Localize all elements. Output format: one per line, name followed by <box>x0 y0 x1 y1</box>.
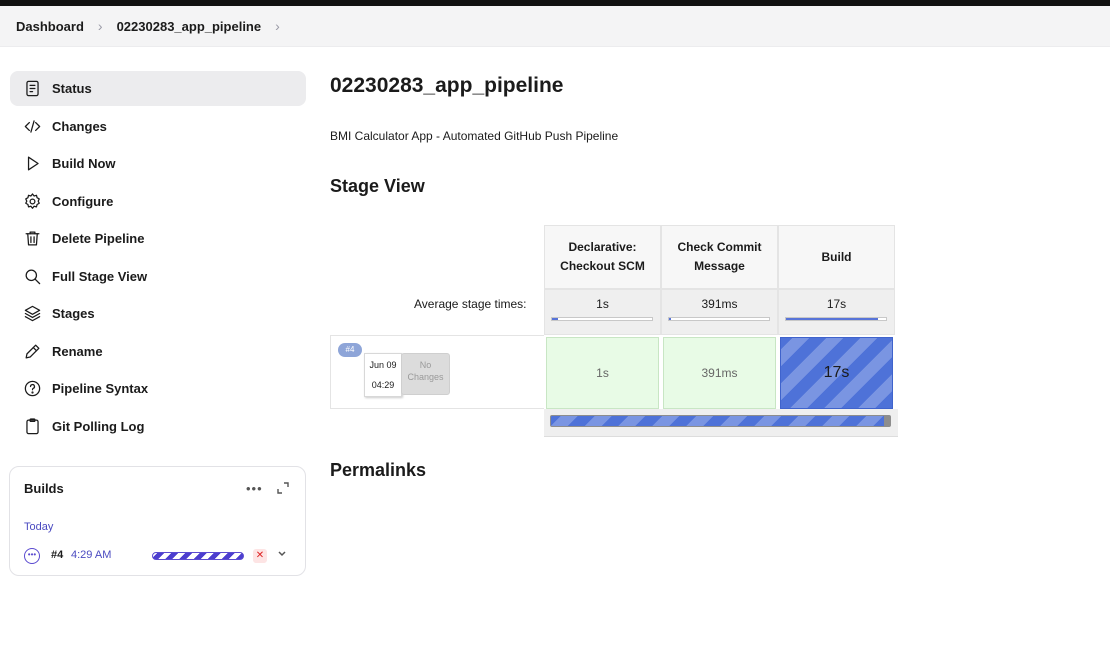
sidebar-item-label: Status <box>52 81 92 96</box>
help-icon <box>22 379 42 399</box>
stage-header-check-commit: Check Commit Message <box>661 225 778 289</box>
run-badge[interactable]: #4 <box>338 343 362 357</box>
cancel-build-button[interactable]: ✕ <box>253 549 267 563</box>
pencil-icon <box>22 341 42 361</box>
builds-panel: Builds ••• Today ••• #4 4:29 AM ✕ <box>9 466 306 576</box>
chevron-down-icon[interactable] <box>276 547 288 562</box>
avg-time-value: 17s <box>826 297 847 311</box>
search-icon <box>22 266 42 286</box>
avg-time-value: 1s <box>596 297 609 311</box>
avg-time-cell: 1s <box>544 289 661 335</box>
avg-time-value: 391ms <box>701 297 738 311</box>
run-info: #4 Jun 09 04:29 No Changes <box>330 335 544 409</box>
trash-icon <box>22 229 42 249</box>
sidebar-item-label: Full Stage View <box>52 268 148 284</box>
breadcrumb-dashboard[interactable]: Dashboard <box>16 19 84 34</box>
build-number[interactable]: #4 <box>51 549 63 561</box>
avg-time-bar-fill <box>552 318 558 320</box>
avg-time-cell: 17s <box>778 289 895 335</box>
stage-cell-build[interactable]: 17s <box>780 337 893 409</box>
code-icon <box>22 116 42 136</box>
more-icon[interactable]: ••• <box>246 481 263 496</box>
breadcrumb-pipeline[interactable]: 02230283_app_pipeline <box>117 19 262 34</box>
sidebar-item-label: Pipeline Syntax <box>52 381 149 396</box>
sidebar-item-label: Build Now <box>52 156 116 171</box>
sidebar-item-configure[interactable]: Configure <box>10 184 306 219</box>
avg-time-bar <box>785 317 887 321</box>
document-icon <box>22 79 42 99</box>
builds-group-label: Today <box>24 521 54 533</box>
run-progress-row <box>544 409 898 437</box>
expand-icon[interactable] <box>276 481 290 495</box>
avg-time-bar <box>668 317 770 321</box>
build-time: 4:29 AM <box>71 549 112 561</box>
sidebar-item-full-stage-view[interactable]: Full Stage View <box>10 259 306 294</box>
sidebar-item-stages[interactable]: Stages <box>10 296 306 331</box>
sidebar: Status Changes Build Now Configure Delet… <box>10 71 306 446</box>
sidebar-item-delete-pipeline[interactable]: Delete Pipeline <box>10 221 306 256</box>
sidebar-item-label: Rename <box>52 343 103 359</box>
avg-time-cell: 391ms <box>661 289 778 335</box>
run-date-time: 04:29 <box>371 380 395 390</box>
sidebar-item-changes[interactable]: Changes <box>10 109 306 144</box>
sidebar-item-build-now[interactable]: Build Now <box>10 146 306 181</box>
stage-header-checkout-scm: Declarative: Checkout SCM <box>544 225 661 289</box>
stage-view-heading: Stage View <box>330 176 425 196</box>
run-date: Jun 09 04:29 <box>364 353 402 397</box>
gear-icon <box>22 191 42 211</box>
sidebar-item-label: Changes <box>52 118 107 134</box>
sidebar-item-rename[interactable]: Rename <box>10 334 306 369</box>
builds-title: Builds <box>24 481 64 496</box>
sidebar-item-label: Stages <box>52 306 95 321</box>
build-progress-bar <box>152 552 244 560</box>
build-row[interactable]: ••• #4 4:29 AM ✕ <box>24 547 294 565</box>
sidebar-item-label: Git Polling Log <box>52 418 145 434</box>
sidebar-item-git-polling-log[interactable]: Git Polling Log <box>10 409 306 444</box>
stage-header-build: Build <box>778 225 895 289</box>
sidebar-item-label: Delete Pipeline <box>52 231 145 246</box>
chevron-right-icon[interactable]: › <box>275 18 280 34</box>
play-icon <box>22 154 42 174</box>
avg-time-bar-fill <box>786 318 878 320</box>
sidebar-item-status[interactable]: Status <box>10 71 306 106</box>
in-progress-icon: ••• <box>24 548 40 564</box>
run-date-day: Jun 09 <box>369 360 397 370</box>
pipeline-description: BMI Calculator App - Automated GitHub Pu… <box>330 129 619 143</box>
sidebar-item-label: Configure <box>52 193 114 209</box>
average-stage-times-label: Average stage times: <box>414 297 527 311</box>
permalinks-heading: Permalinks <box>330 460 427 480</box>
avg-time-bar-fill <box>669 318 671 320</box>
page-title: 02230283_app_pipeline <box>330 74 564 97</box>
run-progress-end <box>884 416 890 426</box>
clipboard-icon <box>22 416 42 436</box>
chevron-right-icon: › <box>97 18 103 34</box>
stage-cell-check-commit[interactable]: 391ms <box>663 337 776 409</box>
stage-view-table: Declarative: Checkout SCM Check Commit M… <box>330 225 898 437</box>
run-progress-bar <box>550 415 891 427</box>
no-changes-badge[interactable]: No Changes <box>401 353 450 395</box>
breadcrumb: Dashboard › 02230283_app_pipeline › <box>0 6 1110 47</box>
layers-icon <box>22 304 42 324</box>
sidebar-item-pipeline-syntax[interactable]: Pipeline Syntax <box>10 371 306 406</box>
stage-cell-checkout-scm[interactable]: 1s <box>546 337 659 409</box>
avg-time-bar <box>551 317 653 321</box>
